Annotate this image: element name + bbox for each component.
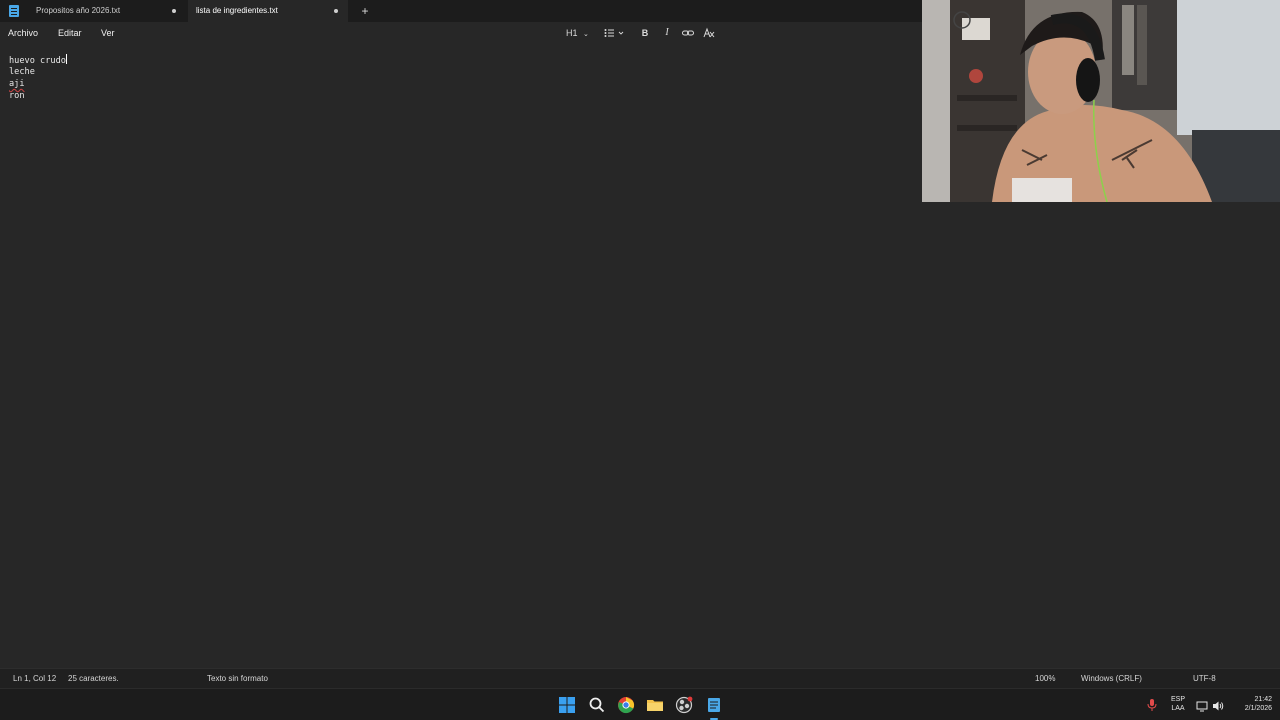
language-indicator[interactable]: ESP LAA <box>1168 695 1188 713</box>
menu-ver[interactable]: Ver <box>101 26 115 40</box>
microphone-icon[interactable] <box>1146 698 1158 712</box>
chrome-icon[interactable] <box>616 695 636 715</box>
heading-dropdown[interactable]: H1 ⌄ <box>566 26 590 40</box>
link-icon <box>682 30 694 36</box>
editor-content[interactable]: huevo crudo leche aji ron <box>9 54 67 102</box>
title-bar: Propositos año 2026.txt lista de ingredi… <box>0 0 922 22</box>
volume-icon[interactable] <box>1212 699 1224 711</box>
taskbar: ESP LAA 21:42 2/1/2026 <box>0 688 1280 720</box>
text-line[interactable]: aji <box>9 78 67 90</box>
network-icon[interactable] <box>1196 699 1208 712</box>
windows-start-icon[interactable] <box>557 695 577 715</box>
link-button[interactable] <box>681 26 695 40</box>
clear-formatting-icon <box>703 27 715 38</box>
heading-label: H1 <box>566 28 578 38</box>
file-explorer-icon[interactable] <box>645 695 665 715</box>
bullet-list-icon <box>604 29 624 37</box>
tab-label: lista de ingredientes.txt <box>196 6 278 15</box>
webcam-overlay <box>922 0 1280 202</box>
chevron-down-icon: ⌄ <box>583 31 589 38</box>
status-bar: Ln 1, Col 12 25 caracteres. Texto sin fo… <box>0 668 1280 688</box>
menu-editar[interactable]: Editar <box>58 26 82 40</box>
unsaved-dot-icon[interactable] <box>334 9 338 13</box>
zoom-level[interactable]: 100% <box>1035 669 1055 689</box>
text-line[interactable]: leche <box>9 66 67 78</box>
text-format[interactable]: Texto sin formato <box>207 669 268 689</box>
clock[interactable]: 21:42 2/1/2026 <box>1232 695 1272 713</box>
clear-formatting-button[interactable] <box>702 26 716 40</box>
bold-button[interactable]: B <box>640 26 650 40</box>
tab-propositos[interactable]: Propositos año 2026.txt <box>28 0 186 22</box>
encoding[interactable]: UTF-8 <box>1193 669 1216 689</box>
text-line-content: ron <box>9 91 25 101</box>
clock-time: 21:42 <box>1254 696 1272 703</box>
unsaved-dot-icon[interactable] <box>172 9 176 13</box>
cursor-position[interactable]: Ln 1, Col 12 <box>13 669 56 689</box>
text-line-content: huevo crudo <box>9 56 66 66</box>
tab-lista-ingredientes[interactable]: lista de ingredientes.txt <box>188 0 348 22</box>
character-count: 25 caracteres. <box>68 674 119 683</box>
text-line[interactable]: ron <box>9 90 67 102</box>
text-caret <box>65 54 67 64</box>
notepad-icon[interactable] <box>704 695 724 720</box>
menu-archivo[interactable]: Archivo <box>8 26 38 40</box>
new-tab-button[interactable]: + <box>358 2 372 20</box>
text-line[interactable]: huevo crudo <box>9 54 67 66</box>
line-ending[interactable]: Windows (CRLF) <box>1081 669 1142 689</box>
tab-label: Propositos año 2026.txt <box>36 6 121 15</box>
clock-date: 2/1/2026 <box>1244 705 1272 712</box>
misspelled-word[interactable]: aji <box>9 79 25 89</box>
language-bottom: LAA <box>1171 705 1185 712</box>
language-top: ESP <box>1170 696 1185 703</box>
text-line-content: leche <box>9 67 35 77</box>
italic-button[interactable]: I <box>662 26 672 40</box>
notepad-app-icon <box>9 5 19 17</box>
webcam-feed-image <box>922 0 1280 202</box>
list-dropdown[interactable] <box>603 26 627 40</box>
obs-icon[interactable] <box>674 695 694 715</box>
search-icon[interactable] <box>587 695 607 715</box>
menu-bar: Archivo Editar Ver H1 ⌄ B I <box>0 22 922 44</box>
